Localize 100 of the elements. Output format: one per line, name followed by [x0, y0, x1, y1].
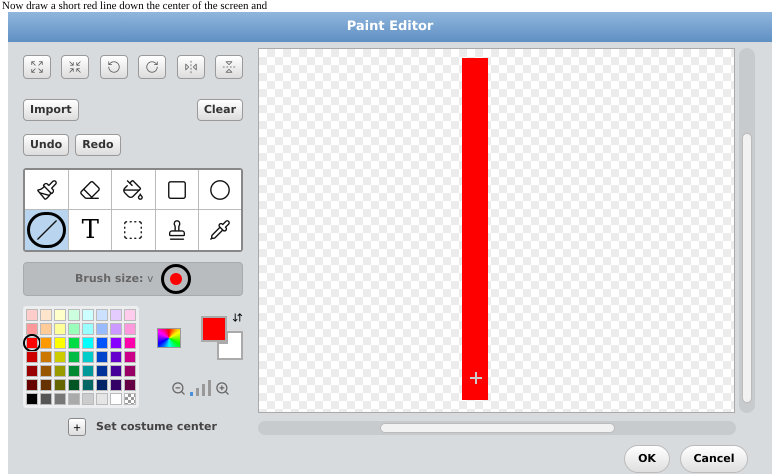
color-swatch[interactable] [26, 379, 38, 391]
color-swatch[interactable] [26, 309, 38, 321]
color-swatch[interactable] [96, 337, 108, 349]
eyedropper-icon [208, 219, 231, 241]
color-swatch[interactable] [124, 393, 136, 405]
color-swatch[interactable] [40, 309, 52, 321]
color-swatch[interactable] [124, 365, 136, 377]
transform-button[interactable] [176, 55, 205, 79]
square-icon [166, 178, 188, 200]
color-swatch[interactable] [110, 351, 122, 363]
color-swatch[interactable] [40, 351, 52, 363]
color-swatch[interactable] [110, 309, 122, 321]
color-swatch[interactable] [96, 323, 108, 335]
color-swatch[interactable] [124, 379, 136, 391]
paint-bucket-icon [122, 178, 144, 200]
tool-button[interactable] [111, 170, 155, 210]
color-swatch[interactable] [96, 365, 108, 377]
horizontal-scrollbar[interactable] [258, 421, 736, 435]
transform-button[interactable] [138, 55, 166, 79]
color-swatch[interactable] [82, 351, 94, 363]
color-swatch[interactable] [110, 323, 122, 335]
color-swatch[interactable] [124, 351, 136, 363]
color-swatch[interactable] [68, 379, 80, 391]
color-swatch[interactable] [54, 337, 66, 349]
tool-button[interactable] [25, 210, 68, 250]
color-swatch[interactable] [82, 365, 94, 377]
color-swatch[interactable] [40, 323, 52, 335]
rotate-right-icon [145, 60, 160, 74]
color-swatch[interactable] [96, 309, 108, 321]
color-swatch[interactable] [110, 379, 122, 391]
import-button[interactable]: Import [23, 99, 79, 121]
transform-button[interactable] [100, 55, 128, 79]
color-swatch[interactable] [54, 379, 66, 391]
color-swatch[interactable] [26, 365, 38, 377]
rotate-left-icon [106, 60, 121, 74]
undo-button[interactable]: Undo [23, 134, 70, 156]
vertical-scrollbar[interactable] [739, 48, 755, 413]
color-swatch[interactable] [40, 379, 52, 391]
color-swatch[interactable] [124, 309, 136, 321]
zoom-out-icon[interactable] [171, 381, 186, 396]
color-picker-icon[interactable] [157, 328, 181, 348]
color-swatch[interactable] [68, 337, 80, 349]
color-swatch[interactable] [82, 309, 94, 321]
color-swatch[interactable] [82, 393, 94, 405]
set-center-button[interactable]: + [68, 418, 86, 436]
ok-button[interactable]: OK [624, 445, 670, 473]
color-swatch[interactable] [96, 393, 108, 405]
color-swatch[interactable] [68, 323, 80, 335]
color-swatch[interactable] [68, 365, 80, 377]
transform-button[interactable] [61, 55, 90, 79]
color-swatch[interactable] [124, 337, 136, 349]
color-swatch[interactable] [26, 351, 38, 363]
color-swatch[interactable] [54, 309, 66, 321]
foreground-color[interactable] [201, 316, 227, 342]
color-swatch[interactable] [110, 393, 122, 405]
tool-button[interactable] [68, 170, 112, 210]
tool-button[interactable] [198, 210, 241, 250]
color-swatch[interactable] [26, 337, 38, 349]
redo-button[interactable]: Redo [75, 134, 121, 156]
color-swatch[interactable] [40, 393, 52, 405]
zoom-in-icon[interactable] [215, 381, 230, 396]
shrink-icon [68, 60, 82, 74]
color-swatch[interactable] [40, 337, 52, 349]
color-swatch[interactable] [82, 379, 94, 391]
color-swatch[interactable] [96, 379, 108, 391]
color-swatch[interactable] [54, 323, 66, 335]
brush-icon [36, 178, 58, 200]
window-title: Paint Editor [8, 12, 772, 42]
color-swatch[interactable] [26, 393, 38, 405]
color-swatch[interactable] [54, 365, 66, 377]
drawing-canvas[interactable] [258, 48, 735, 413]
clear-button[interactable]: Clear [196, 99, 243, 121]
swap-colors-icon[interactable] [232, 312, 243, 323]
brush-size-label: Brush size: [75, 270, 144, 287]
color-swatch[interactable] [26, 323, 38, 335]
eraser-icon [79, 178, 102, 200]
color-swatch[interactable] [110, 365, 122, 377]
transform-button[interactable] [23, 55, 51, 79]
tool-button[interactable] [198, 170, 241, 210]
tool-button[interactable] [154, 170, 198, 210]
color-swatch[interactable] [68, 309, 80, 321]
color-swatch[interactable] [110, 337, 122, 349]
tool-button[interactable] [25, 170, 68, 210]
color-swatch[interactable] [68, 393, 80, 405]
color-swatch[interactable] [68, 351, 80, 363]
set-center-label: Set costume center [96, 418, 217, 435]
flip-vertical-icon [222, 60, 236, 74]
transform-button[interactable] [214, 55, 243, 79]
zoom-level-meter [190, 380, 211, 396]
color-swatch[interactable] [54, 393, 66, 405]
color-swatch[interactable] [82, 337, 94, 349]
expand-icon [30, 60, 44, 74]
color-swatch[interactable] [96, 351, 108, 363]
color-swatch[interactable] [82, 323, 94, 335]
caption: Now draw a short red line down the center of the screen and [2, 0, 268, 12]
color-swatch[interactable] [124, 323, 136, 335]
color-swatch[interactable] [40, 365, 52, 377]
circle-icon [208, 178, 231, 200]
cancel-button[interactable]: Cancel [680, 445, 748, 473]
color-swatch[interactable] [54, 351, 66, 363]
